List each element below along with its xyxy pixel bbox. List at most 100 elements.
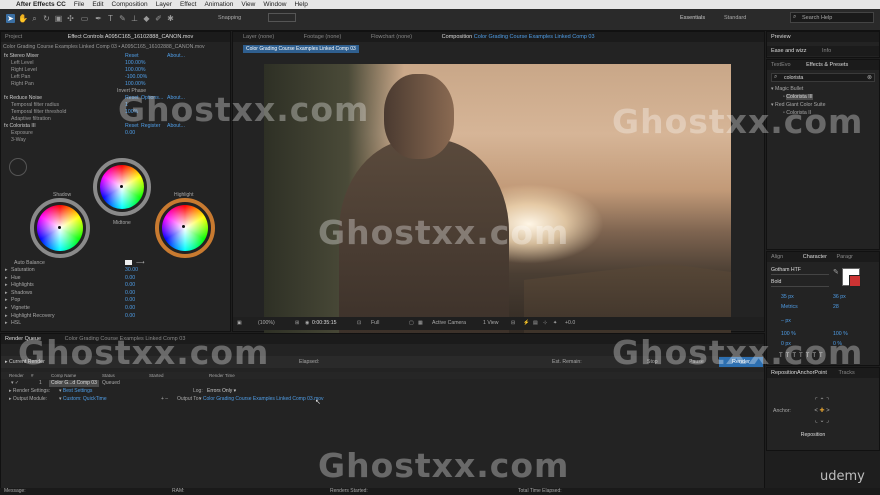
item-comp-name[interactable]: Color G...d Comp 03: [49, 380, 99, 387]
reset-link[interactable]: Reset: [125, 123, 139, 130]
param-value[interactable]: 30.00: [125, 267, 138, 274]
flowchart-icon[interactable]: ⊹: [543, 317, 547, 330]
param-value[interactable]: 0.00: [125, 305, 135, 312]
tab-flowchart[interactable]: Flowchart (none): [371, 34, 412, 40]
vertical-scale-value[interactable]: 100 %: [781, 331, 796, 337]
effect-row[interactable]: Right Level 100.00%: [1, 67, 230, 74]
pause-button[interactable]: Pause: [689, 359, 704, 365]
font-style-dropdown[interactable]: Bold: [771, 279, 829, 287]
output-to-dropdown[interactable]: ▾ Color Grading Course Examples Linked C…: [199, 396, 324, 403]
reset-link[interactable]: Reset: [125, 95, 139, 102]
transparency-grid-icon[interactable]: ▦: [418, 317, 423, 330]
render-queue-item[interactable]: ▾ ✓ 1 Color G...d Comp 03 Queued: [1, 380, 764, 387]
tracking-value[interactable]: 28: [833, 304, 839, 310]
colorista-param-row[interactable]: Saturation ▸ 30.00: [1, 267, 230, 274]
font-family-dropdown[interactable]: Gotham HTF: [771, 267, 829, 275]
render-checkbox[interactable]: ▾ ✓: [11, 380, 19, 387]
add-remove-output-icons[interactable]: + –: [161, 396, 168, 403]
tab-align[interactable]: Align: [771, 254, 783, 260]
comp-breadcrumb[interactable]: Color Grading Course Examples Linked Com…: [243, 45, 359, 53]
effect-row[interactable]: fx Reduce Noise Reset Options... About...: [1, 95, 230, 102]
effect-value[interactable]: 100%: [125, 109, 138, 116]
tab-footage[interactable]: Footage (none): [304, 34, 342, 40]
faux-style-buttons[interactable]: TTTTTTT: [779, 353, 826, 359]
column-header[interactable]: Comp Name: [51, 373, 76, 378]
tab-paragraph[interactable]: Paragr: [836, 254, 853, 260]
column-header[interactable]: Render: [9, 373, 24, 378]
tab-composition[interactable]: Composition Color Grading Course Example…: [442, 34, 595, 40]
snapping-checkbox-label[interactable]: Snapping: [218, 15, 241, 21]
tab-info[interactable]: Info: [822, 48, 831, 54]
effect-row[interactable]: Left Level 100.00%: [1, 60, 230, 67]
menu-help[interactable]: Help: [294, 1, 307, 8]
eyedropper-icon[interactable]: ⟶: [136, 259, 145, 266]
workspace-standard[interactable]: Standard: [724, 15, 746, 21]
pixel-aspect-icon[interactable]: ⊟: [511, 317, 515, 330]
expand-arrow-icon[interactable]: ▸: [5, 275, 8, 282]
colorista-reset-icon[interactable]: [9, 158, 27, 176]
effect-row[interactable]: Right Pan 100.00%: [1, 81, 230, 88]
snapshot-camera-icon[interactable]: ◉: [305, 317, 310, 330]
param-value[interactable]: 0.00: [125, 275, 135, 282]
param-value[interactable]: 0.00: [125, 313, 135, 320]
expand-arrow-icon[interactable]: ▸: [5, 313, 8, 320]
menu-window[interactable]: Window: [263, 1, 286, 8]
kerning-value[interactable]: Metrics: [781, 304, 798, 310]
render-settings-dropdown[interactable]: ▾ Best Settings: [59, 388, 92, 395]
effect-value[interactable]: 100.00%: [125, 67, 145, 74]
effect-row[interactable]: Temporal filter threshold 100%: [1, 109, 230, 116]
effect-value[interactable]: -100.00%: [125, 74, 147, 81]
brush-tool-icon[interactable]: ✎: [118, 14, 127, 23]
effect-row[interactable]: Temporal filter radius 1: [1, 102, 230, 109]
menu-effect[interactable]: Effect: [180, 1, 197, 8]
expand-arrow-icon[interactable]: ▸: [5, 282, 8, 289]
stop-button[interactable]: Stop: [647, 359, 658, 365]
effects-tree-item[interactable]: ▾ Red Giant Color Suite: [771, 102, 826, 109]
grid-icon[interactable]: ⊞: [295, 317, 299, 330]
param-value[interactable]: 0.00: [125, 297, 135, 304]
colorista-param-row[interactable]: HSL ▸: [1, 320, 230, 327]
clear-search-icon[interactable]: ⊗: [867, 74, 872, 81]
expand-arrow-icon[interactable]: ▸: [5, 305, 8, 312]
tab-reposition-anchor-point[interactable]: RepositionAnchorPoint: [771, 370, 827, 376]
tab-preview[interactable]: Preview: [771, 34, 791, 40]
pan-behind-tool-icon[interactable]: ✣: [66, 14, 75, 23]
register-link[interactable]: Register: [141, 123, 160, 130]
fast-preview-icon[interactable]: ⚡: [523, 317, 529, 330]
log-dropdown[interactable]: Errors Only ▾: [207, 388, 236, 395]
colorista-param-row[interactable]: Highlights ▸ 0.00: [1, 282, 230, 289]
effect-value[interactable]: Invert Phase: [117, 88, 146, 95]
shadow-color-wheel[interactable]: [30, 198, 90, 258]
tab-layer[interactable]: Layer (none): [243, 34, 274, 40]
param-value[interactable]: 0.00: [125, 282, 135, 289]
midtone-color-wheel[interactable]: [93, 158, 151, 216]
tab-ease-and-wizz[interactable]: Ease and wizz: [771, 48, 806, 54]
effect-row[interactable]: 3-Way: [1, 137, 230, 144]
reposition-button[interactable]: Reposition: [793, 432, 833, 441]
stroke-size-value[interactable]: – px: [781, 318, 791, 324]
roi-icon[interactable]: ▢: [409, 317, 414, 330]
column-header[interactable]: #: [31, 373, 34, 378]
menu-file[interactable]: File: [74, 1, 84, 8]
camera-tool-icon[interactable]: ▣: [54, 14, 63, 23]
tab-effect-controls[interactable]: Effect Controls A095C165_16102888_CANON.…: [68, 34, 194, 40]
reset-link[interactable]: Reset: [125, 53, 139, 60]
hand-tool-icon[interactable]: ✋: [18, 14, 28, 23]
options-link[interactable]: Options...: [141, 95, 163, 102]
effect-value[interactable]: 1: [125, 102, 128, 109]
eyedropper-icon[interactable]: ✎: [833, 268, 839, 276]
zoom-tool-icon[interactable]: ⌕: [30, 14, 39, 23]
baseline-shift-value[interactable]: 0 px: [781, 341, 791, 347]
effect-row[interactable]: Left Pan -100.00%: [1, 74, 230, 81]
effects-tree-item[interactable]: ▫ Colorista III: [783, 94, 813, 101]
tab-effects-presets[interactable]: Effects & Presets: [806, 62, 848, 68]
tab-project[interactable]: Project: [5, 34, 22, 40]
column-header[interactable]: Render Time: [209, 373, 235, 378]
magnification-dropdown[interactable]: (100%): [258, 317, 275, 330]
always-preview-icon[interactable]: ▣: [237, 317, 242, 330]
about-link[interactable]: About...: [167, 95, 185, 102]
param-value[interactable]: 0.00: [125, 290, 135, 297]
current-time[interactable]: 0:00:35:15: [312, 317, 337, 330]
expand-arrow-icon[interactable]: ▸: [5, 320, 8, 327]
effect-value[interactable]: 100.00%: [125, 60, 145, 67]
